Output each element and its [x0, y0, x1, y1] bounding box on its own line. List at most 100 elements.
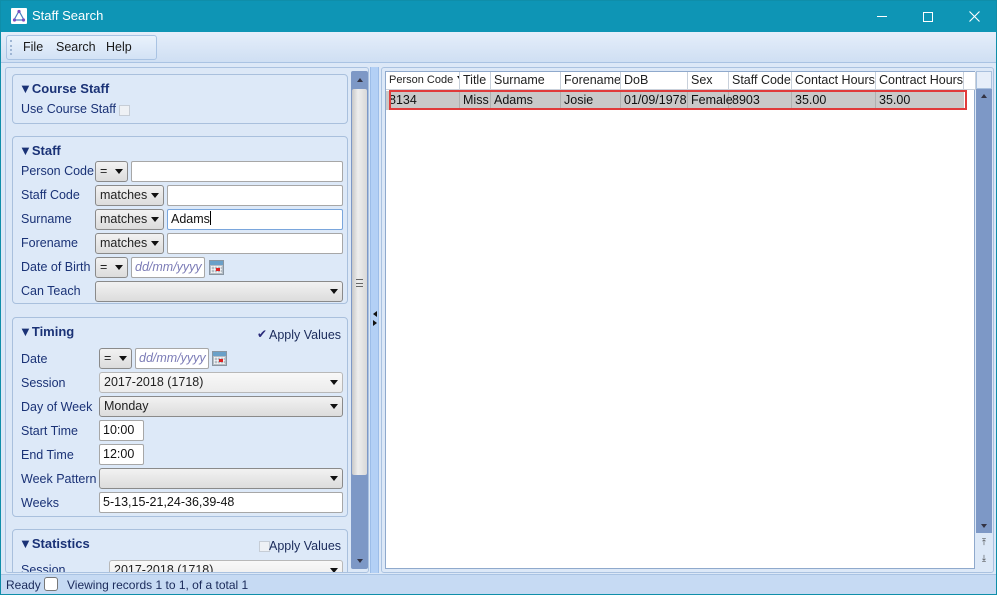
window-title: Staff Search	[32, 8, 104, 23]
dob-input[interactable]: dd/mm/yyyy	[131, 257, 205, 278]
chevron-down-icon	[330, 568, 338, 572]
minimize-button[interactable]	[859, 1, 905, 32]
scrollbar-header-corner	[976, 71, 992, 89]
scroll-to-bottom-button[interactable]: ⤓	[976, 551, 992, 567]
forename-operator-value: matches	[100, 236, 148, 250]
statistics-session-dropdown[interactable]: 2017-2018 (1718)	[109, 560, 343, 572]
cell-title: Miss	[460, 91, 491, 110]
use-course-staff-checkbox[interactable]	[119, 105, 130, 116]
statistics-group: ▼Statistics Apply Values Session 2017-20…	[12, 529, 348, 572]
grip-lines-icon	[356, 279, 363, 287]
criteria-vertical-scrollbar[interactable]	[351, 71, 368, 569]
results-vertical-scrollbar[interactable]: ⤒ ⤓	[976, 71, 992, 569]
timing-apply-values-label: Apply Values	[269, 328, 342, 342]
timing-apply-values-checkbox[interactable]: ✔	[257, 327, 267, 341]
status-indicator-box	[44, 577, 58, 591]
results-pane: Person Code Title Surname Forename DoB S…	[381, 67, 994, 573]
scroll-up-button[interactable]	[976, 89, 992, 103]
person-code-operator-value: =	[100, 164, 108, 178]
chevron-down-icon	[330, 404, 338, 409]
staff-code-operator-dropdown[interactable]: matches	[95, 185, 164, 206]
staff-group: ▼Staff Person Code = Staff Code matches …	[12, 136, 348, 304]
cell-dob: 01/09/1978	[621, 91, 688, 110]
forename-input[interactable]	[167, 233, 343, 254]
staff-code-operator-value: matches	[100, 188, 148, 202]
statistics-session-label: Session	[21, 563, 66, 572]
scroll-thumb[interactable]	[352, 89, 367, 475]
table-row[interactable]: 8134 Miss Adams Josie 01/09/1978 Female …	[386, 91, 964, 110]
chevron-down-icon	[151, 193, 159, 198]
column-header-sex[interactable]: Sex	[688, 72, 729, 90]
staff-code-label: Staff Code	[21, 188, 80, 202]
surname-operator-dropdown[interactable]: matches	[95, 209, 164, 230]
day-of-week-label: Day of Week	[21, 400, 93, 414]
menu-help[interactable]: Help	[106, 40, 132, 54]
double-arrow-up-icon: ⤒	[982, 538, 986, 548]
staff-code-input[interactable]	[167, 185, 343, 206]
session-label: Session	[21, 376, 66, 390]
arrow-up-icon	[981, 94, 987, 98]
weeks-input[interactable]: 5-13,15-21,24-36,39-48	[99, 492, 343, 513]
status-bar: Ready Viewing records 1 to 1, of a total…	[1, 574, 996, 594]
column-header-title[interactable]: Title	[460, 72, 491, 90]
timing-date-operator-dropdown[interactable]: =	[99, 348, 132, 369]
column-header-contract-hours[interactable]: Contract Hours	[876, 72, 964, 90]
end-time-input[interactable]: 12:00	[99, 444, 144, 465]
calendar-icon[interactable]	[209, 260, 224, 275]
start-time-input[interactable]: 10:00	[99, 420, 144, 441]
surname-input[interactable]: Adams	[167, 209, 343, 230]
results-scroll-track[interactable]	[976, 89, 992, 533]
column-header-dob[interactable]: DoB	[621, 72, 688, 90]
day-of-week-dropdown[interactable]: Monday	[99, 396, 343, 417]
menu-search[interactable]: Search	[56, 40, 96, 54]
status-records-text: Viewing records 1 to 1, of a total 1	[67, 578, 249, 592]
date-of-birth-label: Date of Birth	[21, 260, 91, 274]
app-network-icon	[11, 8, 27, 24]
column-header-forename[interactable]: Forename	[561, 72, 621, 90]
maximize-button[interactable]	[905, 1, 951, 32]
course-staff-header[interactable]: ▼Course Staff	[19, 81, 109, 96]
session-value: 2017-2018 (1718)	[104, 375, 204, 389]
chevron-down-icon	[115, 265, 123, 270]
pane-splitter[interactable]	[370, 67, 379, 573]
course-staff-group: ▼Course Staff Use Course Staff	[12, 74, 348, 124]
cell-staff-code: 8903	[729, 91, 792, 110]
scroll-down-button[interactable]	[351, 552, 368, 569]
column-header-contact-hours[interactable]: Contact Hours	[792, 72, 876, 90]
week-pattern-dropdown[interactable]	[99, 468, 343, 489]
collapse-left-icon[interactable]	[373, 311, 377, 317]
scroll-down-button[interactable]	[976, 519, 992, 533]
forename-operator-dropdown[interactable]: matches	[95, 233, 164, 254]
person-code-input[interactable]	[131, 161, 343, 182]
timing-date-input[interactable]: dd/mm/yyyy	[135, 348, 209, 369]
column-header-label: Person Code	[389, 74, 454, 86]
session-dropdown[interactable]: 2017-2018 (1718)	[99, 372, 343, 393]
double-arrow-down-icon: ⤓	[982, 554, 986, 564]
staff-header[interactable]: ▼Staff	[19, 143, 61, 158]
scroll-up-button[interactable]	[351, 71, 368, 88]
close-button[interactable]	[951, 1, 997, 32]
menu-toolbar-area: File Search Help	[1, 32, 996, 63]
timing-header[interactable]: ▼Timing	[19, 324, 74, 339]
results-grid: Person Code Title Surname Forename DoB S…	[385, 71, 976, 569]
toolbar-grip-handle[interactable]	[10, 40, 13, 55]
dob-operator-value: =	[100, 260, 108, 274]
day-of-week-value: Monday	[104, 399, 149, 413]
column-header-staff-code[interactable]: Staff Code	[729, 72, 792, 90]
column-header-surname[interactable]: Surname	[491, 72, 561, 90]
column-header-person-code[interactable]: Person Code	[386, 72, 460, 90]
close-icon	[968, 11, 980, 22]
scroll-to-top-button[interactable]: ⤒	[976, 535, 992, 551]
chevron-down-icon	[151, 241, 159, 246]
can-teach-dropdown[interactable]	[95, 281, 343, 302]
person-code-operator-dropdown[interactable]: =	[95, 161, 128, 182]
forename-label: Forename	[21, 236, 78, 250]
maximize-icon	[923, 11, 933, 22]
menu-file[interactable]: File	[23, 40, 43, 54]
statistics-session-value: 2017-2018 (1718)	[114, 563, 214, 572]
expand-right-icon[interactable]	[373, 320, 377, 326]
statistics-header[interactable]: ▼Statistics	[19, 536, 90, 551]
dob-operator-dropdown[interactable]: =	[95, 257, 128, 278]
calendar-icon[interactable]	[212, 351, 227, 366]
arrow-down-icon	[981, 524, 987, 528]
